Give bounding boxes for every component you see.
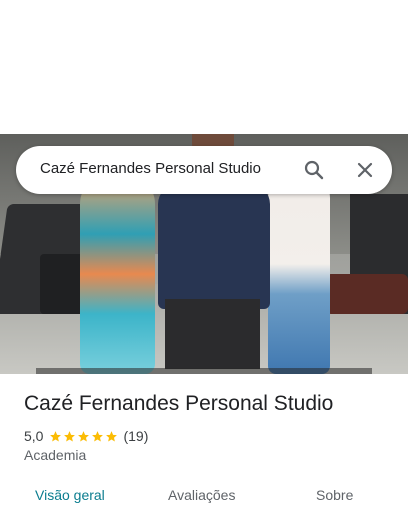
rating-score: 5,0 xyxy=(24,428,44,444)
person-right xyxy=(268,174,330,374)
photo-bottom-bar xyxy=(36,368,372,374)
person-middle xyxy=(158,184,270,309)
star-icon xyxy=(106,430,118,441)
place-category: Academia xyxy=(24,447,87,463)
place-title: Cazé Fernandes Personal Studio xyxy=(24,392,334,415)
person-middle-shorts xyxy=(165,299,260,369)
search-icon[interactable] xyxy=(302,158,326,182)
rating-row[interactable]: 5,0 (19) xyxy=(24,427,148,445)
star-icon xyxy=(64,430,76,441)
tab-overview[interactable]: Visão geral xyxy=(35,487,105,503)
search-box[interactable]: Cazé Fernandes Personal Studio xyxy=(16,146,392,194)
person-left xyxy=(80,174,155,374)
gym-bench xyxy=(325,274,408,314)
search-input[interactable]: Cazé Fernandes Personal Studio xyxy=(40,160,261,177)
review-count[interactable]: (19) xyxy=(123,428,148,444)
tab-about[interactable]: Sobre xyxy=(316,487,353,503)
close-icon[interactable] xyxy=(353,158,377,182)
rating-stars xyxy=(49,430,118,443)
place-tabs: Visão geral Avaliações Sobre xyxy=(0,480,408,508)
tab-reviews[interactable]: Avaliações xyxy=(168,487,235,503)
blank-map-area xyxy=(0,0,408,134)
star-icon xyxy=(78,430,90,441)
star-icon xyxy=(50,430,62,441)
star-icon xyxy=(92,430,104,441)
